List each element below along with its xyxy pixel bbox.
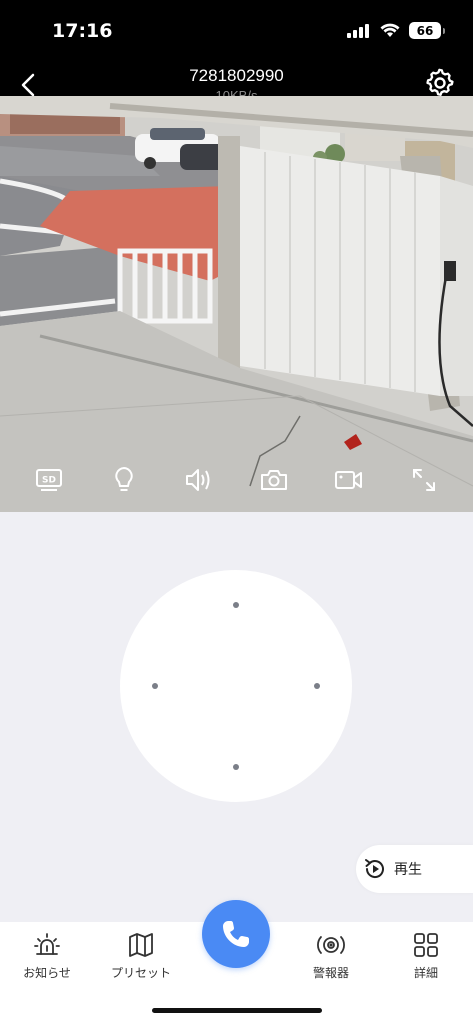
playback-label: 再生 [394, 861, 422, 877]
bulb-icon [115, 466, 133, 491]
sd-quality-button[interactable]: SD [31, 462, 67, 498]
tab-notifications[interactable]: お知らせ [0, 930, 94, 981]
tab-details[interactable]: 詳細 [379, 930, 473, 981]
tab-label: お知らせ [23, 966, 71, 980]
tab-siren[interactable]: 警報器 [284, 930, 378, 981]
speaker-icon [186, 469, 210, 491]
ptz-left[interactable] [152, 683, 158, 689]
battery-icon: 66 [409, 22, 445, 39]
signal-icon [347, 23, 369, 38]
call-button[interactable] [202, 900, 270, 968]
settings-button[interactable] [425, 68, 455, 98]
replay-icon [365, 859, 384, 878]
video-camera-icon [334, 471, 362, 489]
map-icon [129, 933, 153, 957]
camera-image [0, 96, 473, 512]
tab-label: プリセット [110, 966, 171, 980]
status-bar: 17:16 66 [0, 0, 473, 60]
snapshot-button[interactable] [256, 462, 292, 498]
home-indicator [152, 1008, 322, 1013]
playback-button[interactable]: 再生 [356, 845, 473, 893]
svg-text:SD: SD [42, 476, 56, 486]
record-button[interactable] [331, 462, 367, 498]
ptz-down[interactable] [233, 764, 239, 770]
gear-icon [426, 68, 454, 96]
camera-icon [260, 470, 287, 490]
ptz-right[interactable] [314, 683, 320, 689]
tab-label: 警報器 [312, 966, 349, 980]
sd-icon: SD [36, 469, 63, 491]
audio-button[interactable] [181, 462, 217, 498]
expand-icon [412, 469, 435, 491]
battery-level: 66 [416, 23, 434, 38]
tab-presets[interactable]: プリセット [94, 930, 188, 981]
camera-video-feed[interactable]: SD [0, 96, 473, 512]
siren-icon [317, 936, 345, 954]
page-title: 7281802990 [189, 66, 284, 85]
status-time: 17:16 [52, 20, 113, 42]
alarm-light-icon [34, 933, 60, 955]
fullscreen-button[interactable] [406, 462, 442, 498]
video-controls: SD [0, 458, 473, 502]
bottom-tab-bar: お知らせ プリセット 警報器 詳細 [0, 900, 473, 1024]
nav-bar: 7281802990 10KB/s [0, 60, 473, 103]
light-button[interactable] [106, 462, 142, 498]
tab-label: 詳細 [413, 966, 438, 980]
wifi-icon [380, 23, 400, 37]
grid-icon [414, 933, 438, 957]
ptz-up[interactable] [233, 602, 239, 608]
status-icons: 66 [347, 22, 445, 39]
phone-icon [223, 921, 249, 947]
ptz-direction-pad[interactable] [120, 570, 352, 802]
